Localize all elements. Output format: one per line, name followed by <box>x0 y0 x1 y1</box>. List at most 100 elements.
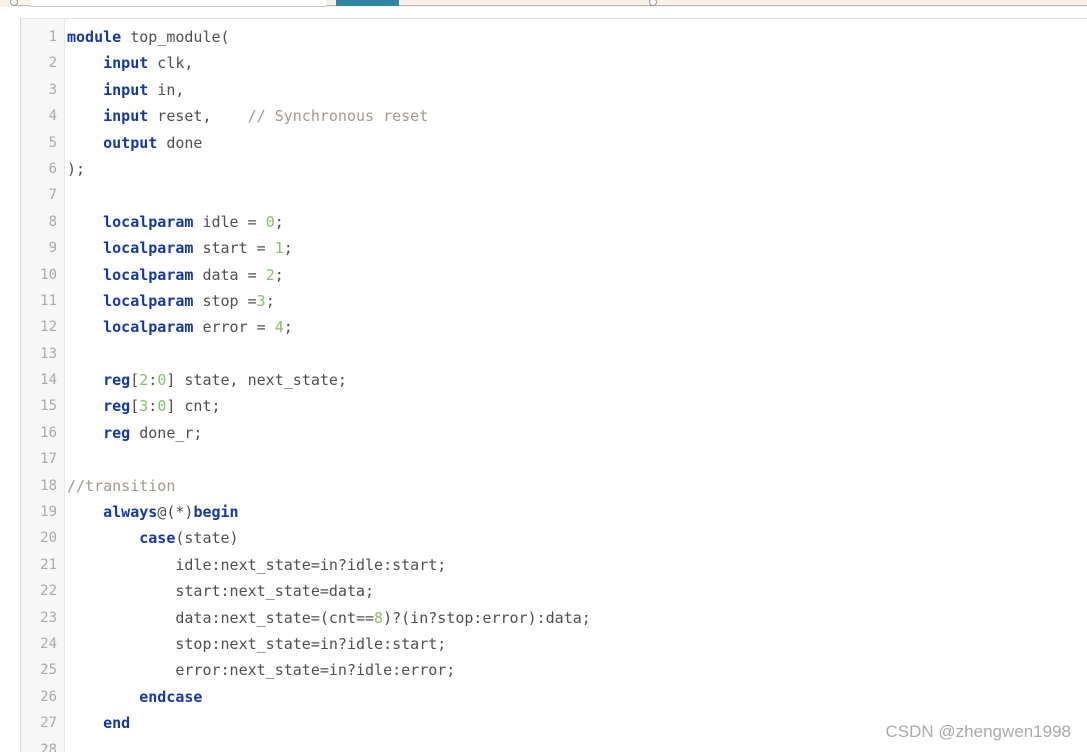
code-token: (state) <box>175 529 239 548</box>
line-number: 10 <box>40 266 57 283</box>
keyword-token: endcase <box>139 687 203 706</box>
code-lines: 1 module top_module(2 input clk, 3 input i… <box>21 26 1087 752</box>
line-number: 21 <box>40 556 57 573</box>
code-text: input reset, // Synchronous reset <box>67 105 428 127</box>
number-token: 2 <box>265 265 275 284</box>
keyword-token: always <box>103 503 158 522</box>
code-text: reg done_r; <box>67 422 202 444</box>
keyword-token: localparam <box>103 318 194 337</box>
keyword-token: case <box>139 529 176 548</box>
watermark: CSDN @zhengwen1998 <box>885 722 1071 741</box>
line-number: 25 <box>40 662 57 679</box>
code-text: end <box>67 712 130 734</box>
code-line: 8 localparam idle = 0; <box>21 211 1087 237</box>
comment-token: //transition <box>67 476 176 495</box>
code-token: stop = <box>193 291 257 310</box>
code-token: @(*) <box>157 503 194 522</box>
code-line: 18 //transition <box>21 475 1087 501</box>
code-block: 1 module top_module(2 input clk, 3 input i… <box>20 18 1087 752</box>
code-line: 21 idle:next_state=in?idle:start; <box>21 554 1087 580</box>
code-line: 24 stop:next_state=in?idle:start; <box>21 633 1087 659</box>
code-token: [ <box>130 397 140 416</box>
line-number: 8 <box>48 213 57 230</box>
code-token: ; <box>274 212 284 231</box>
code-token: [ <box>130 371 140 390</box>
line-number: 22 <box>40 583 57 600</box>
number-token: 2 <box>139 371 149 390</box>
number-token: 1 <box>274 239 284 258</box>
code-token: done_r; <box>130 423 203 442</box>
code-token: idle:next_state=in?idle:start; <box>67 555 447 574</box>
line-number: 4 <box>48 108 57 125</box>
number-token: 4 <box>274 318 284 337</box>
line-number: 3 <box>48 81 57 98</box>
code-token: ] state, next_state; <box>166 371 347 390</box>
code-text: error:next_state=in?idle:error; <box>67 659 455 681</box>
code-token: ; <box>274 265 284 284</box>
code-text: localparam start = 1; <box>67 237 293 259</box>
editor-tab-active[interactable] <box>336 0 399 6</box>
comment-token: // Synchronous reset <box>247 107 429 126</box>
code-line: 22 start:next_state=data; <box>21 580 1087 606</box>
code-token: reset, <box>148 107 248 126</box>
code-token: top_module( <box>121 28 230 46</box>
line-number: 1 <box>48 29 57 45</box>
editor-tab-inactive[interactable] <box>30 0 326 7</box>
code-line: 17 <box>21 448 1087 474</box>
line-number: 17 <box>40 451 57 468</box>
code-line: 6); <box>21 158 1087 184</box>
line-number: 14 <box>40 372 57 389</box>
keyword-token: reg <box>103 423 131 442</box>
code-line: 15 reg[3:0] cnt; <box>21 395 1087 421</box>
code-line: 16 reg done_r; <box>21 422 1087 448</box>
keyword-token: begin <box>193 503 239 522</box>
line-number: 13 <box>40 345 57 362</box>
code-token: ; <box>283 239 293 258</box>
code-text: stop:next_state=in?idle:start; <box>67 633 446 655</box>
line-number: 20 <box>40 530 57 547</box>
code-token: in, <box>148 80 185 99</box>
code-token: ; <box>265 291 275 310</box>
code-text: always@(*)begin <box>67 501 239 523</box>
code-text: localparam idle = 0; <box>67 211 284 233</box>
line-number: 24 <box>40 635 57 652</box>
line-number: 28 <box>40 741 57 752</box>
code-line: 4 input reset, // Synchronous reset <box>21 105 1087 131</box>
number-token: 0 <box>157 397 167 416</box>
code-token: data = <box>193 265 266 284</box>
code-token: error = <box>193 318 275 337</box>
keyword-token: localparam <box>103 239 194 258</box>
line-number: 16 <box>40 424 57 441</box>
code-token: ; <box>283 318 293 337</box>
number-token: 3 <box>139 397 149 416</box>
code-text: case(state) <box>67 527 239 549</box>
line-number: 11 <box>40 292 57 309</box>
code-token: : <box>148 397 158 416</box>
line-number: 18 <box>40 477 57 494</box>
line-number: 27 <box>40 715 57 732</box>
code-line: 9 localparam start = 1; <box>21 237 1087 263</box>
keyword-token: input <box>103 54 149 73</box>
code-text: localparam stop =3; <box>67 290 275 312</box>
line-number: 6 <box>48 160 57 177</box>
code-text: ); <box>67 158 85 180</box>
code-token: stop:next_state=in?idle:start; <box>67 634 447 653</box>
code-token: idle = <box>193 212 266 231</box>
code-line: 26 endcase <box>21 686 1087 712</box>
code-token: ] cnt; <box>166 397 221 416</box>
keyword-token: localparam <box>103 291 194 310</box>
code-token: : <box>148 371 158 390</box>
code-line: 11 localparam stop =3; <box>21 290 1087 316</box>
code-line: 20 case(state) <box>21 527 1087 553</box>
code-text: localparam data = 2; <box>67 264 284 286</box>
